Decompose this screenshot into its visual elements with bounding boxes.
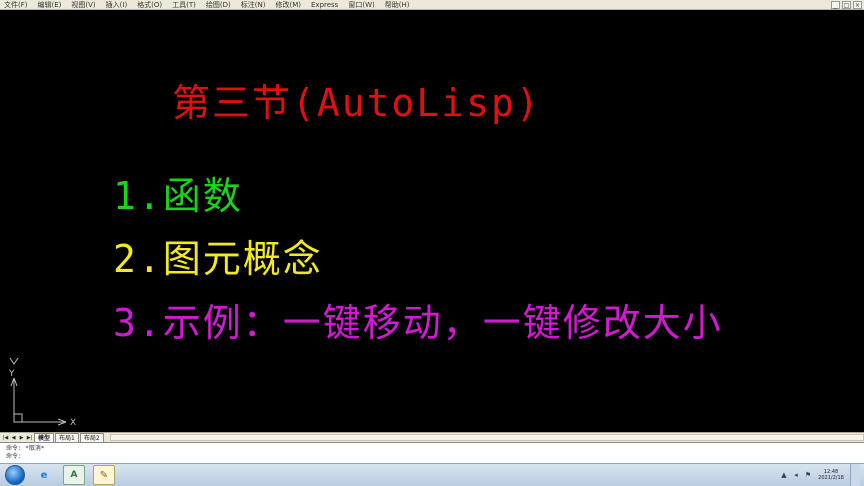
tab-nav: |◀ ◀ ▶ ▶|	[0, 434, 33, 442]
drawing-canvas[interactable]: 第三节(AutoLisp) 1.函数 2.图元概念 3.示例：一键移动，一键修改…	[0, 10, 864, 432]
menu-window[interactable]: 窗口(W)	[344, 0, 380, 10]
clock-date: 2021/2/18	[818, 475, 844, 481]
restore-button[interactable]: □	[842, 0, 851, 9]
item-entity-concept: 2.图元概念	[113, 237, 323, 281]
last-tab-icon[interactable]: ▶|	[26, 434, 33, 442]
first-tab-icon[interactable]: |◀	[2, 434, 9, 442]
ucs-x-label: X	[70, 418, 76, 428]
command-line[interactable]: 命令: *取消* 命令:	[0, 442, 864, 463]
flag-icon[interactable]: ⚑	[804, 471, 812, 479]
menu-dimension[interactable]: 标注(N)	[237, 0, 272, 10]
menu-help[interactable]: 帮助(H)	[381, 0, 416, 10]
tab-layout2[interactable]: 布局2	[79, 433, 104, 442]
item-example: 3.示例：一键移动，一键修改大小	[113, 301, 723, 345]
ucs-y-label: Y	[8, 369, 15, 379]
window-controls: _ □ ×	[831, 0, 864, 9]
layout-tabs-bar: |◀ ◀ ▶ ▶| 模型 布局1 布局2	[0, 432, 864, 442]
close-button[interactable]: ×	[853, 0, 862, 9]
show-desktop-button[interactable]	[850, 464, 860, 486]
autocad-icon[interactable]: A	[63, 465, 85, 485]
tab-model[interactable]: 模型	[34, 433, 55, 442]
volume-icon[interactable]: ◂	[792, 471, 800, 479]
start-button[interactable]	[5, 465, 25, 485]
title-text: 第三节(AutoLisp)	[172, 81, 541, 125]
minimize-button[interactable]: _	[831, 0, 840, 9]
tab-layout1[interactable]: 布局1	[55, 433, 79, 442]
menu-express[interactable]: Express	[307, 0, 344, 10]
item-functions: 1.函数	[113, 174, 243, 218]
menu-tools[interactable]: 工具(T)	[168, 0, 202, 10]
prev-tab-icon[interactable]: ◀	[10, 434, 17, 442]
ucs-icon: Y X	[8, 357, 76, 428]
menu-draw[interactable]: 绘图(D)	[202, 0, 237, 10]
menu-view[interactable]: 视图(V)	[67, 0, 101, 10]
command-history-line: 命令: *取消*	[6, 445, 45, 452]
next-tab-icon[interactable]: ▶	[18, 434, 25, 442]
menu-file[interactable]: 文件(F)	[0, 0, 34, 10]
menu-modify[interactable]: 修改(M)	[271, 0, 307, 10]
menu-edit[interactable]: 编辑(E)	[34, 0, 68, 10]
network-icon[interactable]: ▲	[780, 471, 788, 479]
ie-icon[interactable]: e	[33, 465, 55, 485]
menu-format[interactable]: 格式(O)	[133, 0, 168, 10]
horizontal-scrollbar[interactable]	[109, 434, 864, 441]
taskbar: e A ✎ ▲ ◂ ⚑ 12:48 2021/2/18	[0, 463, 864, 486]
command-prompt[interactable]: 命令:	[6, 453, 864, 461]
menu-bar: 文件(F) 编辑(E) 视图(V) 插入(I) 格式(O) 工具(T) 绘图(D…	[0, 0, 864, 10]
menu-insert[interactable]: 插入(I)	[102, 0, 134, 10]
system-tray: ▲ ◂ ⚑ 12:48 2021/2/18	[780, 464, 864, 486]
app-icon[interactable]: ✎	[93, 465, 115, 485]
clock[interactable]: 12:48 2021/2/18	[816, 469, 846, 481]
